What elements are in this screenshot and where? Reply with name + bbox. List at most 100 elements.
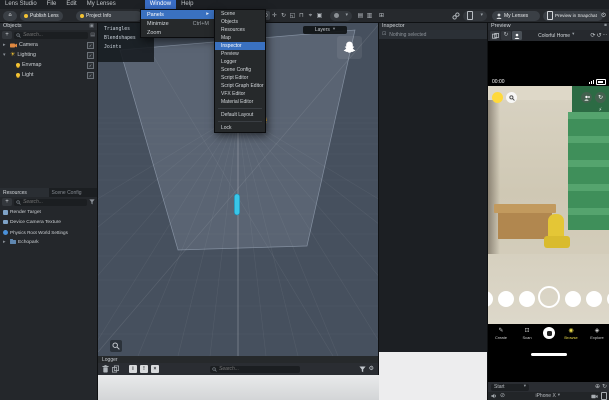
objects-search[interactable] [14,31,89,39]
add-resource-button[interactable]: + [2,198,12,206]
submenu-item-script-graph-editor[interactable]: Script Graph Editor [215,82,265,90]
submenu-item-lock[interactable]: Lock [215,124,265,132]
preview-camera-mode-icon[interactable] [512,31,522,40]
pivot-tool-icon[interactable]: ⌖ [306,11,315,20]
lens-item[interactable] [586,291,602,307]
caret-icon[interactable]: ▾ [3,52,8,58]
nav-create[interactable]: ✎ Create [490,328,512,341]
lens-item[interactable] [498,291,514,307]
copy-log-icon[interactable] [112,365,119,373]
preview-split-view-icon[interactable] [490,31,500,40]
rotate-tool-icon[interactable]: ↻ [279,11,288,20]
scale-tool-icon[interactable]: ◱ [288,11,297,20]
search-bubble[interactable] [506,92,517,103]
screenshot-icon[interactable]: ⊞ [377,11,386,20]
device-frame-icon[interactable] [600,391,607,400]
device-dropdown[interactable]: ▾ [463,10,487,21]
submenu-item-vfx-editor[interactable]: VFX Editor [215,90,265,98]
menu-item-lens-studio[interactable]: Lens Studio [0,0,42,9]
capture-ring[interactable] [538,286,560,308]
visibility-checkbox[interactable]: ✓ [87,41,94,49]
caret-icon[interactable]: ▸ [3,239,8,245]
frame-tool-icon[interactable]: ▣ [315,11,324,20]
lens-item[interactable] [488,291,493,307]
nav-explore[interactable]: ◈ Explore [586,328,608,341]
preview-scene-dropdown[interactable]: Colorful Home ▾ [523,33,589,39]
submenu-item-inspector[interactable]: Inspector [215,42,265,50]
log-funnel-filter-icon[interactable] [359,365,366,373]
settings-gear-icon[interactable]: ⚙ [599,11,608,20]
nav-scan[interactable]: ⊡ Scan [516,328,538,341]
preview-in-snapchat-button[interactable]: Preview in Snapchat [543,10,603,21]
audio-speaker-icon[interactable] [491,393,497,399]
lens-item[interactable] [565,291,581,307]
submenu-item-objects[interactable]: Objects [215,18,265,26]
pin-icon[interactable]: ▪ [604,23,607,29]
reset-camera-icon[interactable]: ↺ [596,32,601,39]
log-filter-warning-toggle[interactable]: ! [140,365,148,373]
tab-scene-config[interactable]: Scene Config [49,188,98,197]
reset-preview-icon[interactable]: ↻ [602,384,607,390]
publish-lens-button[interactable]: Publish Lens [20,10,63,21]
logger-settings-gear-icon[interactable]: ⚙ [369,366,374,372]
submenu-item-default-layout[interactable]: Default Layout [215,111,265,119]
preview-rotate-device-icon[interactable]: ↻ [501,31,511,40]
record-user-icon[interactable]: ⊕ [595,384,600,390]
shutter-button[interactable] [543,327,555,339]
add-object-button[interactable]: + [2,31,12,39]
logger-content[interactable] [97,375,379,400]
submenu-item-script-editor[interactable]: Script Editor [215,74,265,82]
lens-item[interactable] [519,291,535,307]
snapchat-ghost-button[interactable] [337,36,362,59]
submenu-item-scene-config[interactable]: Scene Config [215,66,265,74]
filter-icon[interactable] [89,199,95,205]
flash-icon[interactable]: ⚡ [598,108,602,113]
record-icon[interactable]: ▥ [365,11,374,20]
menu-item-edit[interactable]: Edit [61,0,81,9]
resources-search-input[interactable] [23,199,85,205]
resources-search[interactable] [14,198,87,206]
profile-bubble[interactable] [492,92,503,103]
visibility-checkbox[interactable]: ✓ [87,71,94,79]
submenu-item-resources[interactable]: Resources [215,26,265,34]
project-info-button[interactable]: Project Info [76,10,142,21]
simulation-dropdown[interactable]: ▾ [330,10,352,21]
tree-item-light[interactable]: Light ✓ [0,70,97,80]
tab-resources[interactable]: Resources [0,188,49,197]
log-filter-info-toggle[interactable]: i [129,365,137,373]
pairing-icon[interactable] [451,11,460,20]
video-camera-icon[interactable] [590,394,598,399]
resource-item-echopark[interactable]: ▸ Echopark [0,237,97,247]
menu-item-panels[interactable]: Panels ▸ [141,10,215,19]
move-tool-icon[interactable]: ✛ [270,11,279,20]
resource-item-device-camera-texture[interactable]: Device Camera Texture [0,217,97,227]
submenu-item-scene[interactable]: Scene [215,10,265,18]
resource-item-render-target[interactable]: Render Target [0,207,97,217]
device-select[interactable]: iPhone X ▾ [535,393,560,399]
tree-item-camera[interactable]: ▸ Camera ✓ [0,40,97,50]
clear-log-trash-icon[interactable] [102,365,109,373]
selected-object-capsule[interactable] [234,193,240,216]
menu-item-file[interactable]: File [42,0,62,9]
nav-browse[interactable]: ◉ Browse [560,328,582,341]
logger-search-input[interactable] [219,366,298,372]
home-button[interactable]: ⌂ [3,10,17,21]
submenu-item-material-editor[interactable]: Material Editor [215,98,265,106]
visibility-checkbox[interactable]: ✓ [87,61,94,69]
capture-icon[interactable]: ▤ [356,11,365,20]
menu-item-help[interactable]: Help [176,0,198,9]
log-filter-error-toggle[interactable]: × [151,365,159,373]
menu-item-my-lenses[interactable]: My Lenses [82,0,121,9]
logger-search[interactable] [210,365,300,373]
submenu-item-map[interactable]: Map [215,34,265,42]
menu-item-zoom[interactable]: Zoom [141,28,215,37]
objects-search-input[interactable] [23,32,87,38]
tree-item-lighting[interactable]: ▾ ☀ Lighting ✓ [0,50,97,60]
my-lenses-button[interactable]: My Lenses [492,10,540,21]
webcam-off-icon[interactable]: ⊘ [500,393,505,399]
snap-tool-icon[interactable]: ⊓ [297,11,306,20]
tree-item-envmap[interactable]: Envmap ✓ [0,60,97,70]
panel-menu-icon[interactable]: ▣ [89,23,94,29]
lens-carousel[interactable] [488,282,609,316]
start-simulation-dropdown[interactable]: Start ▾ [491,383,529,391]
